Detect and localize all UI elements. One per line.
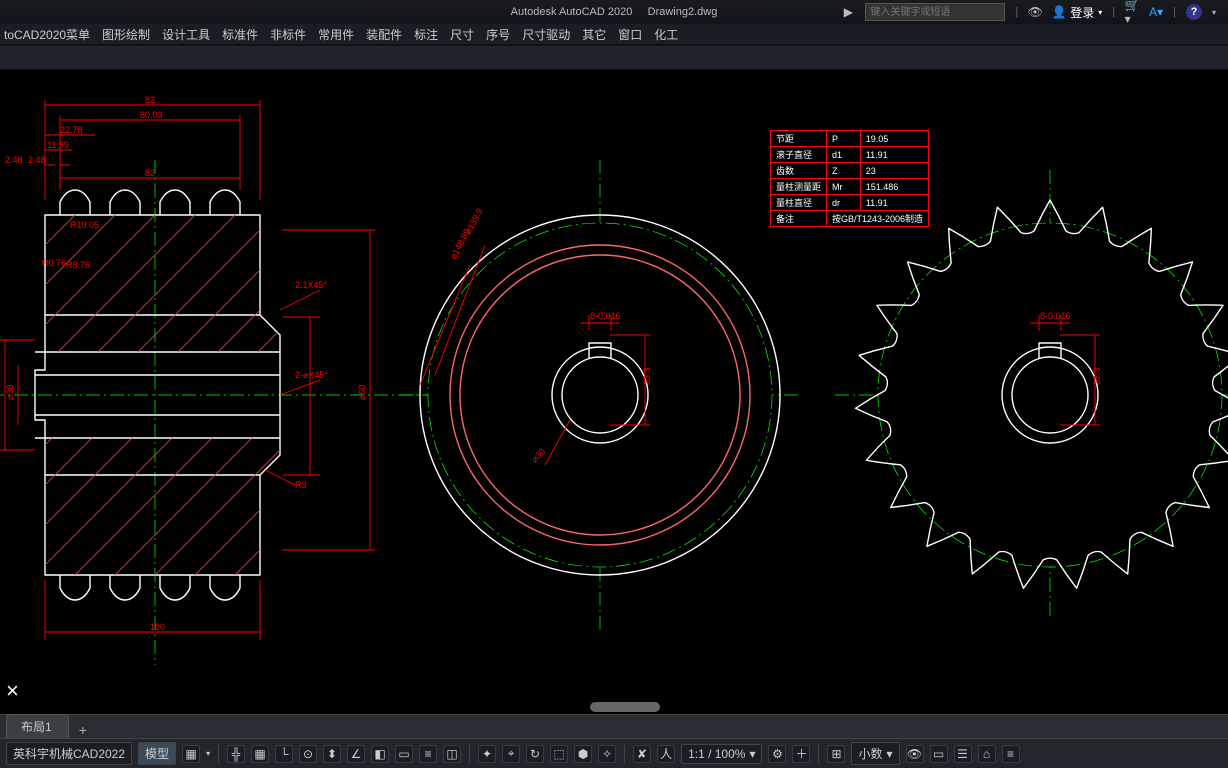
app-name: Autodesk AutoCAD 2020: [511, 6, 633, 18]
dyn-icon[interactable]: ▭: [395, 745, 413, 763]
dim-82: 82: [145, 95, 155, 105]
table-row: 齿数Z23: [771, 163, 929, 179]
iso-icon[interactable]: ⬍: [323, 745, 341, 763]
table-row: 量柱测量距Mr151.486: [771, 179, 929, 195]
binoculars-icon[interactable]: 👁: [1028, 5, 1042, 19]
menu-item[interactable]: 尺寸驱动: [522, 26, 570, 43]
aux-icon[interactable]: ✦: [478, 745, 496, 763]
menu-item[interactable]: 尺寸: [450, 26, 474, 43]
dim-r076: R0.76: [42, 258, 66, 268]
horizontal-scrollbar[interactable]: [590, 702, 660, 712]
dim-r19: R19.05: [70, 220, 99, 230]
dim-key-tol2: 8-0.016: [1040, 311, 1071, 321]
menu-item[interactable]: 非标件: [270, 26, 306, 43]
dim-key-h: 33.3: [642, 367, 652, 385]
dim-248a: 2.48: [5, 155, 23, 165]
grid-icon[interactable]: ▦: [182, 745, 200, 763]
dim-22: 22.78: [60, 125, 83, 135]
gear-icon[interactable]: ⚙: [768, 745, 786, 763]
dim-chamfer2: 2-⌀X45°: [295, 370, 328, 380]
dim-248b: 2.48: [28, 155, 46, 165]
tray-icon[interactable]: ≡: [1002, 745, 1020, 763]
menu-item[interactable]: 装配件: [366, 26, 402, 43]
add-tab-button[interactable]: +: [73, 722, 93, 738]
drawing-svg: 82 80.03 22.78 11.69 2.48 2.48 82 R19.05…: [0, 70, 1228, 714]
sign-in-label: 登录: [1070, 4, 1094, 21]
search-input[interactable]: [865, 3, 1005, 21]
table-row: 量柱直径dr11.91: [771, 195, 929, 211]
play-icon[interactable]: ▶: [841, 5, 855, 19]
sign-in-button[interactable]: 👤 登录 ▾: [1052, 4, 1102, 21]
dim-r3: R3: [295, 480, 307, 490]
status-bar: 英科宇机械CAD2022 模型 ▦ ▾ ╬ ▦ └ ⊙ ⬍ ∠ ◧ ▭ ≡ ◫ …: [0, 738, 1228, 768]
aux3-icon[interactable]: ↻: [526, 745, 544, 763]
app-menu-icon[interactable]: A▾: [1149, 5, 1163, 19]
cart-icon[interactable]: 🛒▾: [1125, 5, 1139, 19]
dim-82b: 82: [145, 168, 155, 178]
table-row: 节距P19.05: [771, 131, 929, 147]
menu-item[interactable]: 图形绘制: [102, 26, 150, 43]
aux2-icon[interactable]: ⌖: [502, 745, 520, 763]
walk-icon[interactable]: ✘: [633, 745, 651, 763]
lwt-icon[interactable]: ≡: [419, 745, 437, 763]
status-info[interactable]: 英科宇机械CAD2022: [6, 742, 132, 765]
menu-item[interactable]: 化工: [654, 26, 678, 43]
otrack-icon[interactable]: ◧: [371, 745, 389, 763]
tab-layout1[interactable]: 布局1: [6, 714, 69, 738]
tpy-icon[interactable]: ◫: [443, 745, 461, 763]
file-name: Drawing2.dwg: [648, 6, 718, 18]
aux6-icon[interactable]: ✧: [598, 745, 616, 763]
dim-11: 11.69: [47, 140, 69, 150]
nav-icon[interactable]: 人: [657, 745, 675, 763]
menu-item[interactable]: 序号: [486, 26, 510, 43]
menu-bar: toCAD2020菜单 图形绘制 设计工具 标准件 非标件 常用件 装配件 标注…: [0, 24, 1228, 46]
dim-r876: R8.76: [66, 260, 90, 270]
grid-toggle-icon[interactable]: ▦: [251, 745, 269, 763]
menu-item[interactable]: 其它: [582, 26, 606, 43]
polar-icon[interactable]: ⊙: [299, 745, 317, 763]
dim-d60l: ⌀60: [357, 385, 367, 400]
menu-item[interactable]: 设计工具: [162, 26, 210, 43]
dim-phi139: ⌀139.9: [463, 207, 485, 236]
menu-item[interactable]: 标准件: [222, 26, 258, 43]
drawing-area[interactable]: 82 80.03 22.78 11.69 2.48 2.48 82 R19.05…: [0, 70, 1228, 714]
box-icon[interactable]: ▭: [930, 745, 948, 763]
dim-33: 33.3: [0, 382, 2, 400]
sheet-tabs: 布局1 +: [0, 714, 1228, 738]
dim-80: 80.03: [140, 110, 163, 120]
menu-item[interactable]: 标注: [414, 26, 438, 43]
help-icon[interactable]: ?: [1186, 4, 1202, 20]
menu-item[interactable]: 窗口: [618, 26, 642, 43]
ortho-icon[interactable]: └: [275, 745, 293, 763]
dim-key-h2: 33.3: [1092, 367, 1102, 385]
menu-item[interactable]: toCAD2020菜单: [4, 26, 90, 43]
aux5-icon[interactable]: ⬢: [574, 745, 592, 763]
dim-100: 100: [150, 622, 165, 632]
snap-icon[interactable]: ╬: [227, 745, 245, 763]
units-decimal[interactable]: 小数 ▾: [851, 742, 899, 765]
eye-icon[interactable]: 👁: [906, 745, 924, 763]
menu-item[interactable]: 常用件: [318, 26, 354, 43]
list-icon[interactable]: ☰: [954, 745, 972, 763]
plus-icon[interactable]: ＋: [792, 745, 810, 763]
close-icon[interactable]: ×: [6, 678, 19, 704]
dim-key-tol: 8-0.016: [590, 311, 621, 321]
toolbar-spacer: [0, 46, 1228, 70]
zoom-ratio[interactable]: 1:1 / 100% ▾: [681, 744, 762, 764]
dim-chamfer1: 2.1X45°: [295, 280, 328, 290]
osnap-icon[interactable]: ∠: [347, 745, 365, 763]
user-icon: 👤: [1052, 5, 1066, 19]
aux4-icon[interactable]: ⬚: [550, 745, 568, 763]
table-row: 备注按GB/T1243-2006制造: [771, 211, 929, 227]
tab-model[interactable]: 模型: [138, 742, 176, 765]
parameter-table: 节距P19.05 滚子直径d111.91 齿数Z23 量柱测量距Mr151.48…: [770, 130, 929, 227]
ann-icon[interactable]: ⊞: [827, 745, 845, 763]
dim-38: ⌀38: [5, 385, 15, 400]
table-row: 滚子直径d111.91: [771, 147, 929, 163]
title-bar: Autodesk AutoCAD 2020 Drawing2.dwg ▶ | 👁…: [0, 0, 1228, 24]
monitor-icon[interactable]: ⌂: [978, 745, 996, 763]
